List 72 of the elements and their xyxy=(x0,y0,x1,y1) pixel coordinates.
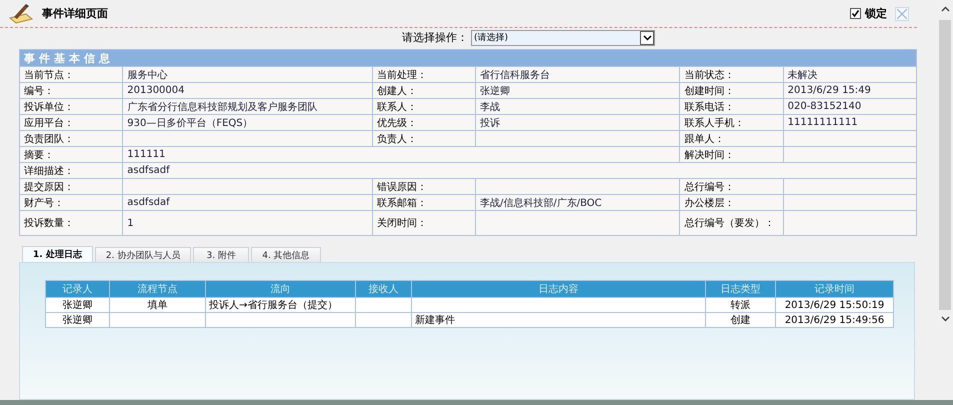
table-cell: 投诉人→省行服务台（提交） xyxy=(206,298,356,312)
field-label: 投诉数量： xyxy=(20,210,123,236)
field-label: 当前节点： xyxy=(20,66,123,82)
field-label: 总行编号： xyxy=(680,178,784,194)
table-cell: 新建事件 xyxy=(412,312,706,328)
field-label: 详细描述： xyxy=(20,162,123,178)
operation-select[interactable]: (请选择) xyxy=(471,30,655,46)
field-value: 1 xyxy=(127,218,134,228)
field-label: 提交原因： xyxy=(20,178,123,194)
field-label: 总行编号（要发）： xyxy=(680,210,784,236)
field-label: 联系人手机： xyxy=(680,114,784,130)
field-value: 广东省分行信息科技部规划及客户服务团队 xyxy=(127,102,318,112)
field-value: 李战 xyxy=(480,102,500,112)
table-cell: 2013/6/29 15:50:19 xyxy=(776,298,894,312)
table-cell: 创建 xyxy=(706,312,776,328)
field-value: asdfsadf xyxy=(127,165,170,176)
field-value: 投诉 xyxy=(480,118,500,128)
section-header: 事件基本信息 xyxy=(20,50,916,66)
field-label: 优先级： xyxy=(372,114,476,130)
column-header: 日志内容 xyxy=(412,280,706,298)
field-label: 投诉单位： xyxy=(20,98,123,114)
field-value: 未解决 xyxy=(788,70,818,80)
tab[interactable]: 4. 其他信息 xyxy=(251,247,321,262)
field-label: 联系邮箱： xyxy=(372,194,476,210)
column-header: 记录时间 xyxy=(776,280,894,298)
lock-checkbox[interactable] xyxy=(850,8,861,19)
field-label: 财产号： xyxy=(20,194,123,210)
tab[interactable]: 1. 处理日志 xyxy=(22,246,93,262)
field-label: 办公楼层： xyxy=(680,194,784,210)
field-label: 错误原因： xyxy=(372,178,476,194)
field-value: asdfsdaf xyxy=(127,197,170,208)
field-label: 摘要： xyxy=(20,146,123,162)
field-label: 负责团队： xyxy=(20,130,123,146)
field-label: 创建人： xyxy=(372,82,476,98)
field-label: 联系人： xyxy=(372,98,476,114)
field-label: 解决时间： xyxy=(680,146,784,162)
table-cell: 张逆卿 xyxy=(46,298,110,312)
caret-icon[interactable] xyxy=(640,30,654,44)
field-value: 111111 xyxy=(127,149,166,160)
tab[interactable]: 2. 协办团队与人员 xyxy=(94,247,192,262)
field-label: 编号： xyxy=(20,82,123,98)
field-value: 2013/6/29 15:49 xyxy=(788,85,871,96)
table-cell: 转派 xyxy=(706,298,776,312)
table-cell: 填单 xyxy=(110,298,206,312)
lock-label: 锁定 xyxy=(865,6,887,21)
field-label: 应用平台： xyxy=(20,114,123,130)
field-label: 负责人： xyxy=(372,130,476,146)
field-value: 省行信科服务台 xyxy=(480,70,550,80)
column-header: 流向 xyxy=(206,280,356,298)
field-label: 联系电话： xyxy=(680,98,784,114)
column-header: 接收人 xyxy=(356,280,412,298)
field-label: 创建时间： xyxy=(680,82,784,98)
field-value: 930—日多价平台（FEQS） xyxy=(127,118,253,128)
table-cell: 2013/6/29 15:49:56 xyxy=(776,312,894,328)
field-value: 020-83152140 xyxy=(788,101,862,112)
table-cell: 张逆卿 xyxy=(46,312,110,328)
field-value: 服务中心 xyxy=(127,70,168,80)
field-label: 当前处理： xyxy=(372,66,476,82)
column-header: 日志类型 xyxy=(706,280,776,298)
field-label: 当前状态： xyxy=(680,66,784,82)
pen-paper-icon xyxy=(8,4,34,24)
page-title: 事件详细页面 xyxy=(42,6,108,21)
tab[interactable]: 3. 附件 xyxy=(193,247,250,262)
column-header: 记录人 xyxy=(46,280,110,298)
field-value: 李战/信息科技部/广东/BOC xyxy=(480,198,602,208)
operation-label: 请选择操作： xyxy=(402,30,468,45)
field-label: 跟单人： xyxy=(680,130,784,146)
field-value: 11111111111 xyxy=(788,117,858,128)
column-header: 流程节点 xyxy=(110,280,206,298)
field-value: 张逆卿 xyxy=(480,86,510,96)
field-value: 201300004 xyxy=(127,85,185,96)
field-label: 关闭时间： xyxy=(372,210,476,236)
